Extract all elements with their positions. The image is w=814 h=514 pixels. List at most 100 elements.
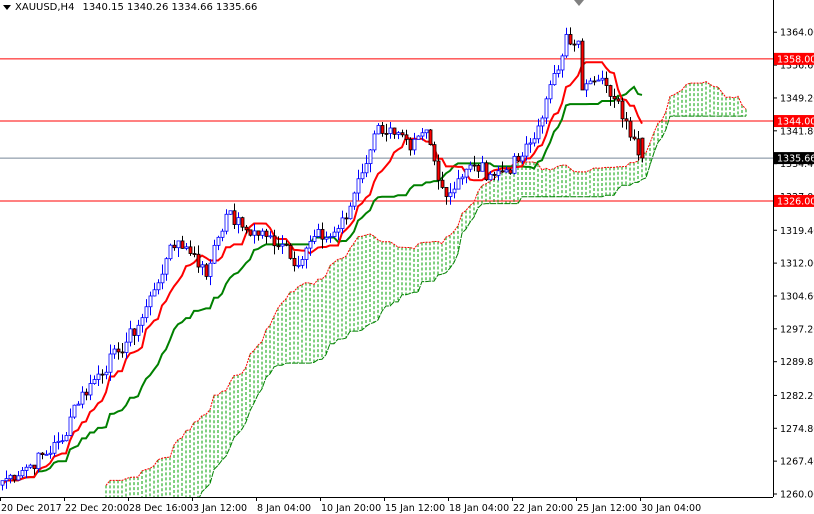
candle-body [196, 253, 201, 268]
candle-body [276, 245, 281, 248]
candle-body [180, 240, 185, 249]
bear-candle [608, 84, 613, 106]
bear-candle [264, 228, 269, 244]
candle-body [260, 230, 265, 236]
bull-candle [340, 210, 345, 234]
bull-candle [552, 64, 557, 86]
bull-candle [52, 435, 57, 457]
candle-body [500, 170, 505, 173]
bear-candle [192, 246, 197, 258]
candle-body [636, 138, 641, 156]
candle-body [340, 217, 345, 229]
candle-body [592, 80, 597, 83]
level-price-tag: 1344.00 [777, 117, 814, 128]
y-tick-label: 1297.20 [780, 324, 814, 335]
bull-candle [260, 228, 265, 239]
bear-candle [620, 97, 625, 128]
candle-body [404, 134, 409, 140]
bear-candle [320, 222, 325, 249]
candle-body [616, 98, 621, 102]
bear-candle [604, 71, 609, 94]
candle-body [4, 478, 9, 482]
candle-body [472, 164, 477, 167]
bull-candle [28, 463, 33, 469]
bull-candle [528, 137, 533, 153]
price-chart[interactable]: 1364.001356.601349.201341.801334.401327.… [0, 0, 814, 514]
bull-candle [252, 223, 257, 244]
candle-body [108, 353, 113, 373]
bear-candle [240, 216, 245, 232]
bull-candle [148, 291, 153, 316]
bear-candle [344, 212, 349, 225]
candle-body [172, 244, 177, 249]
bull-candle [536, 118, 541, 144]
candle-body [628, 120, 633, 138]
y-tick-label: 1341.80 [780, 126, 814, 137]
bull-candle [144, 299, 149, 323]
bull-candle [316, 223, 321, 238]
candle-body [520, 155, 525, 162]
candle-body [100, 373, 105, 376]
bull-candle [112, 344, 117, 359]
bull-candle [200, 260, 205, 276]
candle-body [388, 127, 393, 134]
bull-candle [352, 191, 357, 210]
candle-body [360, 172, 365, 180]
candle-body [208, 262, 213, 277]
x-tick-label: 15 Jan 12:00 [385, 503, 445, 514]
candle-body [96, 373, 101, 380]
bull-candle [80, 386, 85, 409]
bear-candle [120, 342, 125, 358]
candle-body [380, 125, 385, 134]
bull-candle [448, 183, 453, 205]
bear-candle [476, 164, 481, 178]
bear-candle [40, 452, 45, 460]
bull-candle [124, 332, 129, 359]
bull-candle [212, 239, 217, 265]
candle-body [416, 135, 421, 140]
candle-body [364, 163, 369, 174]
bull-candle [208, 259, 213, 286]
bear-candle [432, 141, 437, 166]
bull-candle [16, 471, 21, 481]
candle-body [36, 452, 41, 470]
bear-candle [624, 112, 629, 130]
bull-candle [596, 74, 601, 82]
candle-body [304, 247, 309, 260]
candle-body [16, 475, 21, 481]
x-tick-label: 20 Dec 2017 [1, 503, 62, 514]
bear-candle [196, 245, 201, 273]
bear-candle [12, 474, 17, 483]
candle-body [200, 264, 205, 268]
bull-candle [0, 480, 5, 491]
candle-body [20, 470, 25, 477]
bull-candle [104, 365, 109, 380]
bull-candle [108, 344, 113, 381]
candle-body [456, 178, 461, 190]
candle-body [132, 328, 137, 336]
candle-body [392, 127, 397, 135]
candle-body [300, 259, 305, 266]
candle-body [312, 236, 317, 242]
candle-body [224, 213, 229, 232]
dropdown-triangle-icon[interactable] [3, 5, 11, 10]
bear-candle [572, 39, 577, 52]
bull-candle [396, 131, 401, 140]
x-tick-label: 22 Jan 20:00 [513, 503, 573, 514]
candle-body [104, 371, 109, 376]
x-tick-label: 22 Dec 20:00 [65, 503, 129, 514]
bull-candle [304, 246, 309, 269]
candle-body [564, 34, 569, 57]
bear-candle [204, 263, 209, 280]
candle-body [84, 391, 89, 396]
bull-candle [312, 229, 317, 245]
bear-candle [516, 153, 521, 162]
bull-candle [220, 228, 225, 242]
candle-body [176, 240, 181, 249]
bull-candle [556, 65, 561, 78]
candle-body [160, 273, 165, 284]
bull-candle [140, 313, 145, 333]
candle-body [512, 155, 517, 174]
candle-body [72, 404, 77, 418]
bull-candle [48, 445, 53, 459]
